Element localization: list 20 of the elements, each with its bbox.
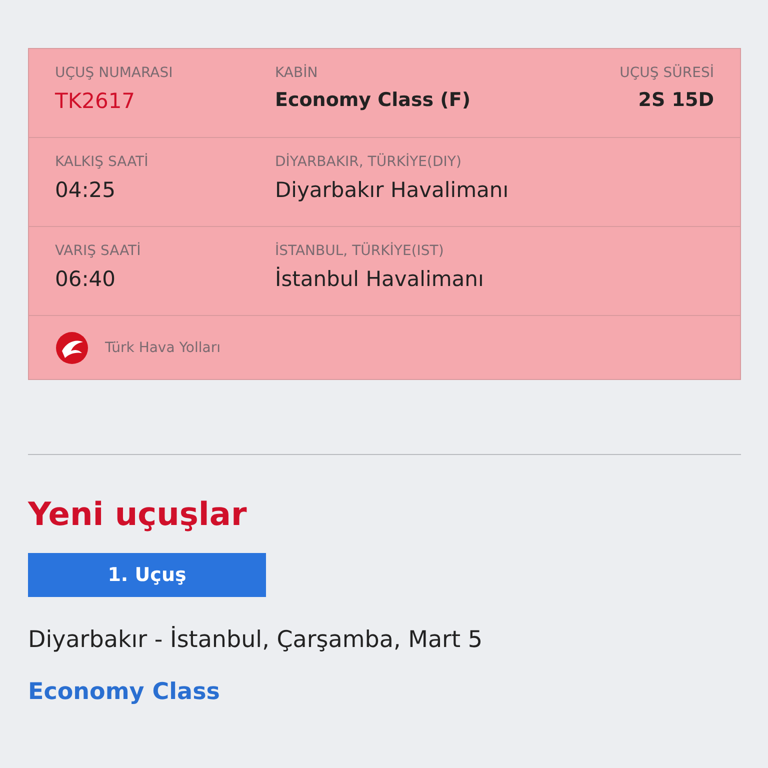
airline-name: Türk Hava Yolları <box>105 340 220 356</box>
city-label: DİYARBAKIR, TÜRKİYE(DIY) <box>275 154 462 170</box>
field-label: KABİN <box>275 65 318 81</box>
time-value: 04:25 <box>55 178 116 202</box>
city-label: İSTANBUL, TÜRKİYE(IST) <box>275 243 444 259</box>
flight-tab[interactable]: 1. Uçuş <box>28 553 266 597</box>
time-value: 06:40 <box>55 267 116 291</box>
field-label: VARIŞ SAATİ <box>55 243 141 259</box>
duration-value: 2S 15D <box>638 89 714 111</box>
airline-logo-icon <box>55 330 89 364</box>
airport-name: Diyarbakır Havalimanı <box>275 178 509 202</box>
cabin-value: Economy Class (F) <box>275 89 471 111</box>
field-label: UÇUŞ SÜRESİ <box>620 65 714 81</box>
flight-number: TK2617 <box>55 89 136 113</box>
field-label: KALKIŞ SAATİ <box>55 154 148 170</box>
route-text: Diyarbakır - İstanbul, Çarşamba, Mart 5 <box>28 625 484 655</box>
cabin-class: Economy Class <box>28 679 221 705</box>
airport-name: İstanbul Havalimanı <box>275 267 484 291</box>
section-title: Yeni uçuşlar <box>28 495 248 533</box>
field-label: UÇUŞ NUMARASI <box>55 65 173 81</box>
